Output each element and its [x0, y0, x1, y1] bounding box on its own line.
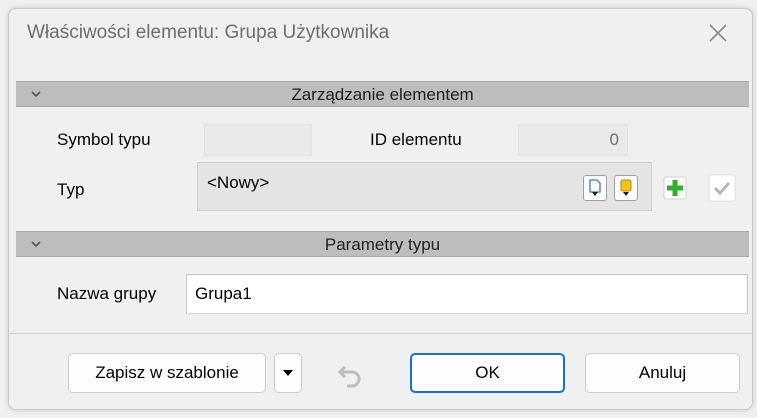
element-id-label: ID elementu — [370, 130, 462, 149]
cancel-button[interactable]: Anuluj — [585, 353, 740, 393]
section-header-params[interactable]: Parametry typu — [16, 231, 749, 257]
section-header-management[interactable]: Zarządzanie elementem — [16, 81, 749, 107]
type-symbol-field — [204, 124, 312, 156]
section-label: Parametry typu — [324, 235, 441, 254]
group-name-input[interactable] — [186, 274, 748, 314]
group-name-label: Nazwa grupy — [57, 284, 157, 303]
add-button[interactable] — [660, 173, 690, 203]
plus-icon — [663, 176, 687, 200]
database-button[interactable] — [614, 175, 638, 201]
window-title: Właściwości elementu: Grupa Użytkownika — [27, 22, 390, 43]
dropdown-arrow-icon — [283, 370, 293, 376]
close-button[interactable] — [704, 19, 732, 47]
checkmark-icon — [708, 174, 736, 202]
close-icon — [709, 24, 727, 42]
footer-divider — [8, 333, 753, 334]
undo-button[interactable] — [335, 359, 365, 389]
undo-icon — [337, 365, 361, 388]
new-document-button[interactable] — [583, 175, 607, 201]
section-label: Zarządzanie elementem — [291, 85, 474, 104]
ok-button[interactable]: OK — [410, 353, 565, 393]
database-icon — [620, 179, 632, 196]
save-template-button[interactable]: Zapisz w szablonie — [68, 353, 266, 393]
accept-button[interactable] — [707, 173, 737, 203]
element-id-field: 0 — [518, 124, 628, 156]
type-value: <Nowy> — [207, 173, 270, 192]
type-symbol-label: Symbol typu — [57, 130, 151, 149]
type-label: Typ — [57, 180, 85, 199]
new-document-icon — [589, 179, 601, 196]
save-template-dropdown[interactable] — [274, 353, 302, 393]
